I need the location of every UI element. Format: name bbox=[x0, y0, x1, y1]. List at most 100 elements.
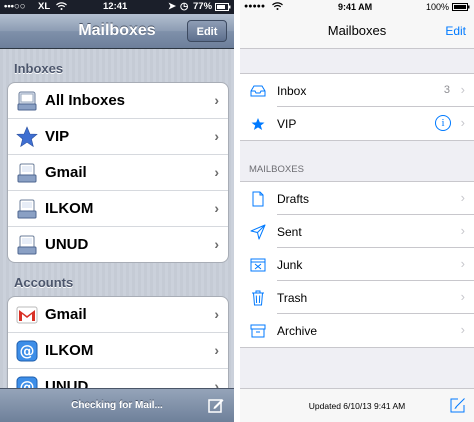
page-title: Mailboxes bbox=[327, 23, 387, 38]
gmail-icon bbox=[16, 304, 38, 326]
junk-box-icon bbox=[249, 256, 267, 274]
battery-label: 77% bbox=[193, 1, 213, 12]
signal-icon: •••○○ bbox=[4, 1, 26, 12]
mailbox-label: UNUD bbox=[45, 236, 89, 253]
mailbox-label: Drafts bbox=[277, 192, 310, 206]
chevron-right-icon: › bbox=[214, 378, 219, 388]
chevron-right-icon: › bbox=[460, 82, 465, 97]
inbox-tray-icon bbox=[16, 234, 38, 256]
paper-plane-icon bbox=[249, 223, 267, 241]
location-icon: ➤ bbox=[168, 1, 176, 12]
mailbox-row-inbox[interactable]: Inbox 3 › bbox=[240, 74, 474, 107]
info-icon[interactable]: i bbox=[435, 115, 451, 131]
account-label: Gmail bbox=[45, 306, 87, 323]
mailbox-label: Archive bbox=[277, 324, 318, 338]
mailbox-list: Inboxes All Inboxes › VIP › Gmail › ILKO… bbox=[0, 49, 234, 388]
chevron-right-icon: › bbox=[460, 223, 465, 238]
chevron-right-icon: › bbox=[214, 342, 219, 358]
mailbox-label: Sent bbox=[277, 225, 302, 239]
battery-icon bbox=[215, 3, 231, 14]
mailbox-label: Gmail bbox=[45, 164, 87, 181]
trash-icon bbox=[249, 289, 267, 307]
signal-icon: ●●●●● bbox=[244, 3, 266, 10]
bottom-toolbar: Updated 6/10/13 9:41 AM bbox=[240, 388, 474, 422]
inbox-tray-icon bbox=[16, 198, 38, 220]
at-sign-icon: @ bbox=[16, 376, 38, 388]
account-label: ILKOM bbox=[45, 342, 94, 359]
inboxes-group: All Inboxes › VIP › Gmail › ILKOM › UNUD… bbox=[7, 82, 229, 263]
mailboxes-group: Drafts › Sent › Junk › Trash › Archive › bbox=[240, 181, 474, 348]
chevron-right-icon: › bbox=[460, 256, 465, 271]
account-row-ilkom[interactable]: @ ILKOM › bbox=[8, 333, 228, 369]
mailbox-label: Junk bbox=[277, 258, 303, 272]
mailboxes-section-header: MAILBOXES bbox=[249, 164, 304, 175]
mailbox-row-junk[interactable]: Junk › bbox=[240, 248, 474, 281]
all-inboxes-icon bbox=[16, 90, 38, 112]
archive-box-icon bbox=[249, 322, 267, 340]
accounts-section-header: Accounts bbox=[14, 275, 74, 290]
account-row-unud[interactable]: @ UNUD › bbox=[8, 369, 228, 388]
mailbox-row-all-inboxes[interactable]: All Inboxes › bbox=[8, 83, 228, 119]
inboxes-section-header: Inboxes bbox=[14, 61, 64, 76]
bottom-toolbar: Checking for Mail... bbox=[0, 388, 234, 422]
mailbox-row-ilkom[interactable]: ILKOM › bbox=[8, 191, 228, 227]
mailbox-row-archive[interactable]: Archive › bbox=[240, 314, 474, 347]
chevron-right-icon: › bbox=[460, 190, 465, 205]
svg-text:@: @ bbox=[20, 378, 35, 388]
battery-label: 100% bbox=[426, 2, 450, 12]
at-sign-icon: @ bbox=[16, 340, 38, 362]
mailbox-row-vip[interactable]: VIP i › bbox=[240, 107, 474, 140]
clock: 9:41 AM bbox=[338, 2, 373, 12]
chevron-right-icon: › bbox=[214, 164, 219, 180]
mailbox-label: VIP bbox=[277, 117, 297, 131]
battery-icon bbox=[452, 3, 470, 13]
clock: 12:41 bbox=[103, 1, 128, 12]
star-icon bbox=[16, 126, 38, 148]
chevron-right-icon: › bbox=[460, 322, 465, 337]
compose-icon[interactable] bbox=[208, 397, 224, 413]
mailbox-row-vip[interactable]: VIP › bbox=[8, 119, 228, 155]
edit-button[interactable]: Edit bbox=[445, 24, 466, 38]
status-bar: •••○○ XL 12:41 ➤ ◷ 77% bbox=[0, 0, 234, 14]
edit-button[interactable]: Edit bbox=[187, 20, 227, 42]
inbox-tray-icon bbox=[16, 162, 38, 184]
status-bar: ●●●●● 9:41 AM 100% bbox=[240, 0, 474, 14]
chevron-right-icon: › bbox=[214, 200, 219, 216]
unread-count: 3 bbox=[443, 84, 450, 96]
account-row-gmail[interactable]: Gmail › bbox=[8, 297, 228, 333]
sync-status: Updated 6/10/13 9:41 AM bbox=[308, 401, 406, 411]
mailbox-row-trash[interactable]: Trash › bbox=[240, 281, 474, 314]
chevron-right-icon: › bbox=[214, 128, 219, 144]
document-icon bbox=[249, 190, 267, 208]
chevron-right-icon: › bbox=[460, 115, 465, 130]
chevron-right-icon: › bbox=[214, 92, 219, 108]
accounts-group: Gmail › @ ILKOM › @ UNUD › bbox=[7, 296, 229, 388]
mailbox-label: ILKOM bbox=[45, 200, 94, 217]
alarm-icon: ◷ bbox=[180, 1, 189, 12]
inboxes-group: Inbox 3 › VIP i › bbox=[240, 73, 474, 141]
compose-icon[interactable] bbox=[449, 397, 466, 414]
ios7-mail-screen: ●●●●● 9:41 AM 100% Mailboxes Edit Inbox … bbox=[240, 0, 474, 422]
mailbox-row-gmail[interactable]: Gmail › bbox=[8, 155, 228, 191]
carrier-label: XL bbox=[38, 1, 51, 12]
chevron-right-icon: › bbox=[214, 236, 219, 252]
mailbox-label: Trash bbox=[277, 291, 308, 305]
wifi-icon bbox=[272, 1, 283, 13]
mailbox-row-sent[interactable]: Sent › bbox=[240, 215, 474, 248]
chevron-right-icon: › bbox=[214, 306, 219, 322]
svg-text:@: @ bbox=[20, 342, 35, 360]
mailbox-label: All Inboxes bbox=[45, 92, 126, 109]
navigation-bar: Mailboxes Edit bbox=[240, 14, 474, 49]
chevron-right-icon: › bbox=[460, 289, 465, 304]
mailbox-row-unud[interactable]: UNUD › bbox=[8, 227, 228, 262]
mailbox-label: Inbox bbox=[277, 84, 307, 98]
sync-status: Checking for Mail... bbox=[71, 400, 163, 411]
inbox-tray-icon bbox=[249, 82, 267, 100]
mailbox-row-drafts[interactable]: Drafts › bbox=[240, 182, 474, 215]
wifi-icon bbox=[56, 1, 67, 14]
star-icon bbox=[249, 115, 267, 133]
mailbox-label: VIP bbox=[45, 128, 70, 145]
ios6-mail-screen: •••○○ XL 12:41 ➤ ◷ 77% Mailboxes Edit In… bbox=[0, 0, 234, 422]
account-label: UNUD bbox=[45, 378, 89, 388]
navigation-bar: Mailboxes Edit bbox=[0, 14, 234, 49]
